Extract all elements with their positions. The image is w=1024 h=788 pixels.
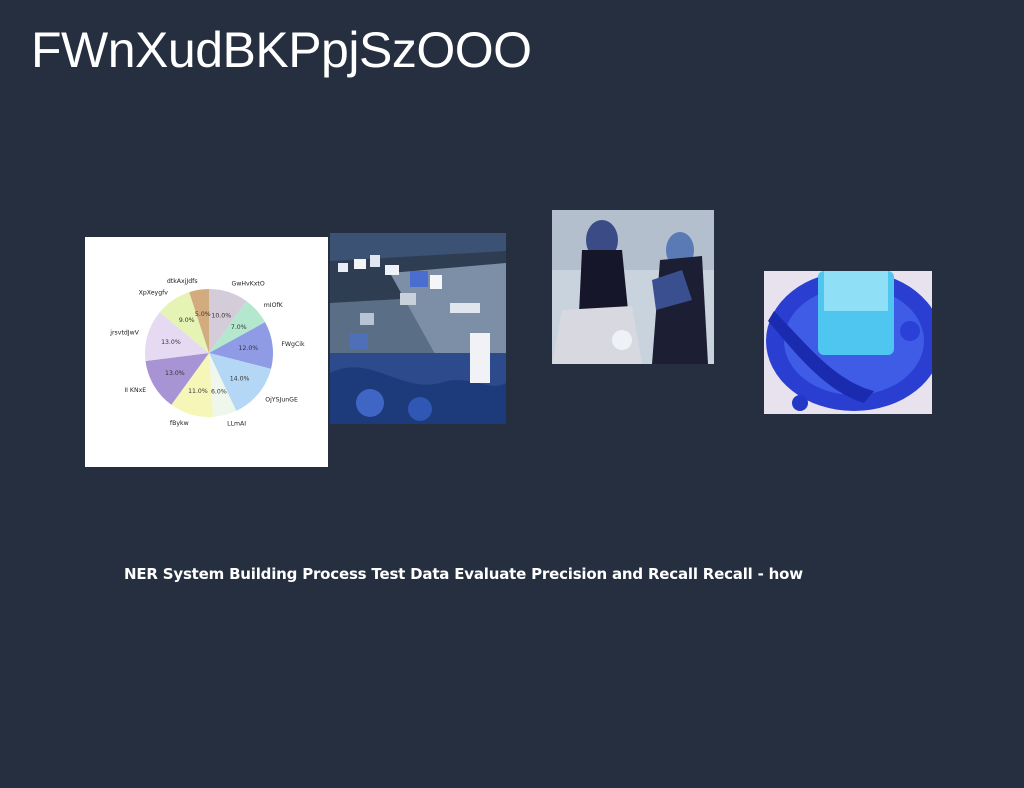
pie-category-label: OjYSJunGE — [265, 397, 298, 404]
pie-percent-label: 7.0% — [231, 324, 247, 331]
pie-percent-label: 9.0% — [179, 317, 195, 324]
pie-percent-label: 6.0% — [211, 388, 227, 395]
slide-caption: NER System Building Process Test Data Ev… — [124, 565, 803, 583]
pie-category-label: LLmAI — [227, 421, 246, 428]
slide-title: FWnXudBKPpjSzOOO — [31, 22, 532, 78]
harbor-photo — [330, 233, 506, 424]
pie-category-label: FWgCik — [281, 341, 305, 348]
pie-category-label: XpXeygfv — [139, 290, 169, 297]
pie-percent-label: 5.0% — [195, 311, 211, 318]
pie-percent-label: 13.0% — [161, 339, 181, 346]
pie-category-label: GwHvKxtO — [232, 281, 265, 288]
pie-category-label: mIOfK — [264, 302, 284, 309]
pie-percent-label: 12.0% — [239, 345, 259, 352]
pie-chart-svg: 10.0% GwHvKxtO 7.0% mIOfK 12.0% FWgCik 14.0% Oj… — [109, 278, 305, 428]
pie-category-label: II KNxE — [124, 387, 146, 394]
pie-category-label: fBykw — [170, 420, 189, 427]
pie-chart: 10.0% GwHvKxtO 7.0% mIOfK 12.0% FWgCik 14.0% Oj… — [85, 237, 328, 467]
pie-percent-label: 10.0% — [211, 312, 231, 319]
drink-photo — [764, 271, 932, 414]
pie-category-label: dtkAxjJdfs — [167, 278, 198, 285]
pie-percent-label: 14.0% — [230, 375, 250, 382]
pie-category-label: jrsvtdJwV — [109, 330, 139, 337]
pie-percent-label: 13.0% — [165, 370, 185, 377]
women-photo — [552, 210, 714, 364]
pie-percent-label: 11.0% — [188, 388, 208, 395]
